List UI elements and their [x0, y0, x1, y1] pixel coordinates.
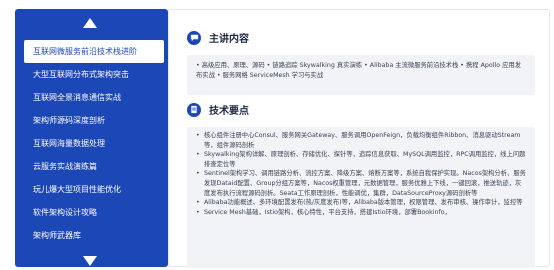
key-point-item: Skywalking架构详解、原理剖析、存储优化、探针等，追踪信息获取、MySQ… — [196, 150, 527, 169]
main-content-text: • 高级应用、原理、源码 • 链路追踪 Skywalking 真实演练 • Al… — [196, 62, 521, 79]
section-key-points-header: 技术要点 — [187, 102, 249, 117]
section-title: 主讲内容 — [209, 34, 249, 45]
nav-item-performance[interactable]: 玩儿爆大型项目性能优化 — [15, 178, 168, 201]
nav-item-microservices[interactable]: 互联网微服务前沿技术栈进阶 — [24, 40, 164, 63]
document-icon — [187, 102, 201, 117]
nav-item-architect-toolkit[interactable]: 架构师武器库 — [15, 224, 168, 247]
key-points-box: 核心组件注册中心Consul、服务网关Gateway、服务调用OpenFeign… — [187, 127, 535, 268]
course-sidebar: 互联网微服务前沿技术栈进阶 大型互联网分布式架构突击 互联网全景消息通信实战 架… — [15, 9, 168, 267]
key-points-list: 核心组件注册中心Consul、服务网关Gateway、服务调用OpenFeign… — [196, 131, 527, 217]
nav-item-big-data[interactable]: 互联网海量数据处理 — [15, 132, 168, 155]
section-title: 技术要点 — [209, 106, 249, 117]
nav-item-distributed-architecture[interactable]: 大型互联网分布式架构突击 — [15, 63, 168, 86]
speech-bubble-icon — [187, 30, 201, 45]
scroll-down-arrow-icon[interactable] — [83, 256, 97, 266]
nav-item-cloud-service[interactable]: 云服务实战演练篇 — [15, 155, 168, 178]
key-point-item: 核心组件注册中心Consul、服务网关Gateway、服务调用OpenFeign… — [196, 131, 527, 150]
main-content-box: • 高级应用、原理、源码 • 链路追踪 Skywalking 真实演练 • Al… — [187, 55, 535, 95]
course-nav-list: 互联网微服务前沿技术栈进阶 大型互联网分布式架构突击 互联网全景消息通信实战 架… — [15, 40, 168, 247]
nav-item-source-analysis[interactable]: 架构师源码深度剖析 — [15, 109, 168, 132]
key-point-item: Alibaba功能概述、多环境配置发布(热/灰度发布)等，Alibaba版本管理… — [196, 198, 527, 208]
course-detail-panel: 主讲内容 • 高级应用、原理、源码 • 链路追踪 Skywalking 真实演练… — [168, 9, 550, 268]
section-main-content-header: 主讲内容 — [187, 30, 249, 45]
key-point-item: Service Mesh基础，Istio架构，核心特性，平台支持，搭建Istio… — [196, 208, 527, 218]
key-point-item: Sentinel架构学习、调用链路分析、流控方案、降级方案、熔断方案等，系统自我… — [196, 169, 527, 198]
nav-item-software-design[interactable]: 软件架构设计攻略 — [15, 201, 168, 224]
nav-item-messaging[interactable]: 互联网全景消息通信实战 — [15, 86, 168, 109]
scroll-up-arrow-icon[interactable] — [83, 18, 97, 28]
